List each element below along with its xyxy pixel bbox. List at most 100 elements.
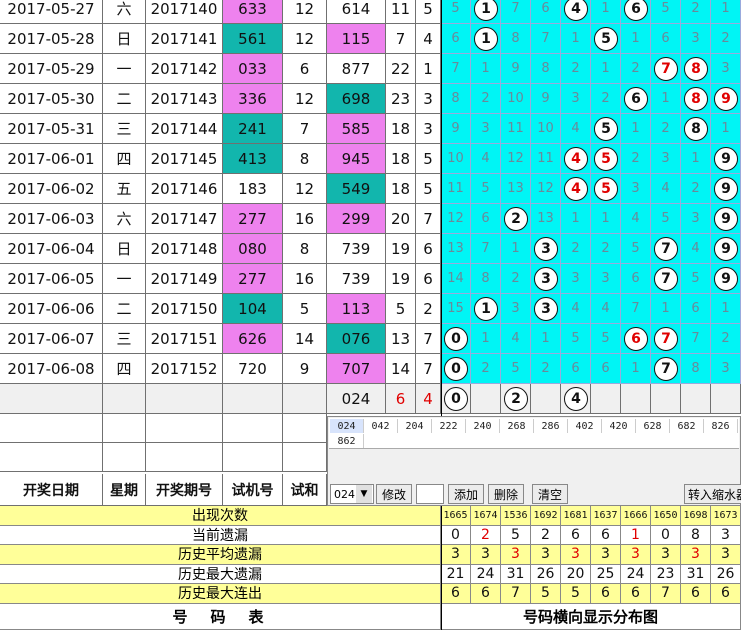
stat-value: 3 bbox=[471, 545, 501, 565]
stat-value: 3 bbox=[591, 545, 621, 565]
digit-ball: 8 bbox=[684, 57, 708, 81]
dist-cell: 5 bbox=[651, 0, 681, 24]
dist-cell: 4 bbox=[591, 294, 621, 324]
modify-button[interactable]: 修改 bbox=[376, 484, 412, 504]
dist-cell: 2 bbox=[711, 324, 741, 354]
blank-cell bbox=[0, 443, 103, 472]
candidate-number[interactable]: 682 bbox=[670, 419, 704, 433]
candidate-number[interactable]: 286 bbox=[534, 419, 568, 433]
add-button[interactable]: 添加 bbox=[448, 484, 484, 504]
candidate-number[interactable]: 862 bbox=[330, 434, 364, 448]
candidate-number[interactable]: 268 bbox=[500, 419, 534, 433]
row-test-cell: 104 bbox=[223, 294, 283, 324]
stat-value: 3 bbox=[561, 545, 591, 565]
chevron-down-icon[interactable]: ▼ bbox=[356, 485, 372, 503]
footer-left-label: 号 码 表 bbox=[0, 603, 441, 630]
stat-value: 6 bbox=[681, 584, 711, 604]
prediction-dist-cell bbox=[651, 384, 681, 414]
stat-value: 6 bbox=[561, 525, 591, 545]
stat-label: 当前遗漏 bbox=[0, 525, 441, 545]
candidate-number[interactable]: 024 bbox=[330, 419, 364, 433]
dist-cell: 6 bbox=[681, 294, 711, 324]
digit-ball: 6 bbox=[624, 87, 648, 111]
row-date-cell: 2017-06-07 bbox=[0, 324, 103, 354]
stat-value: 24 bbox=[471, 564, 501, 584]
blank-cell bbox=[103, 414, 146, 443]
row-s1-cell: 14 bbox=[386, 354, 416, 384]
row-draw-cell: 614 bbox=[327, 0, 386, 24]
candidate-number[interactable]: 204 bbox=[398, 419, 432, 433]
row-sum-cell: 12 bbox=[283, 174, 327, 204]
stat-value: 1674 bbox=[471, 506, 501, 526]
digit-ball: 9 bbox=[714, 147, 738, 171]
dist-cell: 2 bbox=[561, 234, 591, 264]
digit-ball: 7 bbox=[654, 267, 678, 291]
candidate-number[interactable]: 402 bbox=[568, 419, 602, 433]
prediction-dist-cell bbox=[621, 384, 651, 414]
row-issue-cell: 2017149 bbox=[146, 264, 223, 294]
row-s1-cell: 19 bbox=[386, 234, 416, 264]
stat-label: 出现次数 bbox=[0, 506, 441, 526]
header-test: 试机号 bbox=[223, 474, 283, 506]
row-week-cell: 六 bbox=[103, 204, 146, 234]
candidate-number[interactable]: 628 bbox=[636, 419, 670, 433]
dist-cell: 2 bbox=[501, 264, 531, 294]
stat-value: 8 bbox=[681, 525, 711, 545]
blank-cell bbox=[146, 414, 223, 443]
number-input[interactable] bbox=[416, 484, 444, 504]
stat-value: 6 bbox=[471, 584, 501, 604]
dist-cell: 1 bbox=[591, 204, 621, 234]
digit-ball: 5 bbox=[594, 27, 618, 51]
dist-cell: 10 bbox=[531, 114, 561, 144]
candidate-number[interactable]: 240 bbox=[466, 419, 500, 433]
dist-cell: 2 bbox=[471, 84, 501, 114]
row-date-cell: 2017-05-31 bbox=[0, 114, 103, 144]
row-s1-cell: 22 bbox=[386, 54, 416, 84]
dist-cell: 9 bbox=[501, 54, 531, 84]
row-sum-cell: 16 bbox=[283, 264, 327, 294]
dist-cell: 2 bbox=[621, 54, 651, 84]
stat-value: 5 bbox=[501, 525, 531, 545]
digit-ball: 7 bbox=[654, 57, 678, 81]
row-week-cell: 四 bbox=[103, 144, 146, 174]
row-sum-cell: 9 bbox=[283, 354, 327, 384]
row-s1-cell: 5 bbox=[386, 294, 416, 324]
dist-cell: 13 bbox=[501, 174, 531, 204]
dist-cell: 3 bbox=[561, 84, 591, 114]
dist-cell: 12 bbox=[531, 174, 561, 204]
blank-cell bbox=[146, 443, 223, 472]
digit-ball: 8 bbox=[684, 87, 708, 111]
dist-cell: 1 bbox=[591, 54, 621, 84]
candidate-number[interactable]: 042 bbox=[364, 419, 398, 433]
candidate-number[interactable]: 420 bbox=[602, 419, 636, 433]
digit-ball: 1 bbox=[474, 27, 498, 51]
delete-button[interactable]: 删除 bbox=[488, 484, 524, 504]
dist-cell: 7 bbox=[441, 54, 471, 84]
clear-button[interactable]: 清空 bbox=[532, 484, 568, 504]
row-draw-cell: 698 bbox=[327, 84, 386, 114]
candidate-number[interactable]: 222 bbox=[432, 419, 466, 433]
row-s1-cell: 7 bbox=[386, 24, 416, 54]
row-issue-cell: 2017145 bbox=[146, 144, 223, 174]
row-s2-cell: 4 bbox=[416, 24, 441, 54]
dist-cell: 7 bbox=[621, 294, 651, 324]
prediction-week-cell bbox=[103, 384, 146, 414]
dist-cell: 6 bbox=[651, 24, 681, 54]
dist-cell: 1 bbox=[471, 54, 501, 84]
row-test-cell: 336 bbox=[223, 84, 283, 114]
row-test-cell: 183 bbox=[223, 174, 283, 204]
row-issue-cell: 2017142 bbox=[146, 54, 223, 84]
shrink-button[interactable]: 转入缩水器 bbox=[684, 484, 741, 504]
stat-value: 6 bbox=[711, 584, 741, 604]
prediction-ball: 4 bbox=[564, 387, 588, 411]
dist-cell: 4 bbox=[651, 174, 681, 204]
prediction-s1-cell: 6 bbox=[386, 384, 416, 414]
dist-cell: 1 bbox=[501, 234, 531, 264]
row-week-cell: 二 bbox=[103, 84, 146, 114]
prediction-dist-cell bbox=[531, 384, 561, 414]
row-draw-cell: 585 bbox=[327, 114, 386, 144]
prediction-s2-cell: 4 bbox=[416, 384, 441, 414]
prediction-sum-cell bbox=[283, 384, 327, 414]
dist-cell: 1 bbox=[651, 294, 681, 324]
candidate-number[interactable]: 826 bbox=[704, 419, 738, 433]
